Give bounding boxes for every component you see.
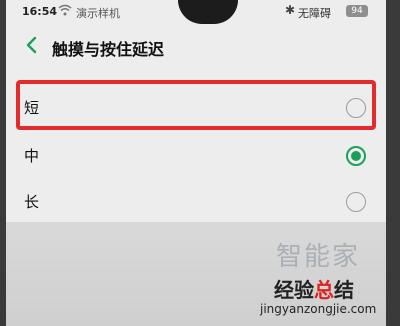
watermark-logo: 智能家	[276, 242, 361, 272]
status-accessibility: 无障碍	[298, 7, 331, 20]
watermark-suffix: 结	[334, 278, 354, 302]
watermark-prefix: 经验	[274, 278, 314, 302]
option-row-long[interactable]: 长	[6, 178, 386, 226]
back-arrow-icon[interactable]	[22, 33, 42, 57]
page-title: 触摸与按住延迟	[52, 40, 165, 59]
watermark-accent: 总	[314, 278, 334, 302]
status-bar: 16:54 演示样机 ✱ 无障碍 94	[6, 0, 386, 24]
device-bezel-right	[386, 0, 400, 326]
highlight-box	[16, 80, 376, 130]
watermark-text: 经验总结	[274, 274, 354, 303]
option-row-medium[interactable]: 中	[6, 132, 386, 180]
watermark-url: jingyanzongjie.com	[260, 302, 377, 316]
top-app-bar: 触摸与按住延迟	[6, 30, 386, 64]
status-carrier: 演示样机	[76, 7, 120, 20]
radio-button-long[interactable]	[346, 192, 366, 212]
wifi-icon	[58, 4, 72, 16]
battery-icon: 94	[346, 5, 368, 17]
status-time: 16:54	[22, 5, 58, 18]
phone-screen: 16:54 演示样机 ✱ 无障碍 94 触摸与按住延迟 短 中 长 智能家 经验…	[6, 0, 386, 326]
option-label: 长	[24, 193, 40, 211]
option-label: 中	[24, 147, 40, 165]
bluetooth-icon: ✱	[285, 3, 296, 17]
radio-button-medium[interactable]	[346, 146, 366, 166]
